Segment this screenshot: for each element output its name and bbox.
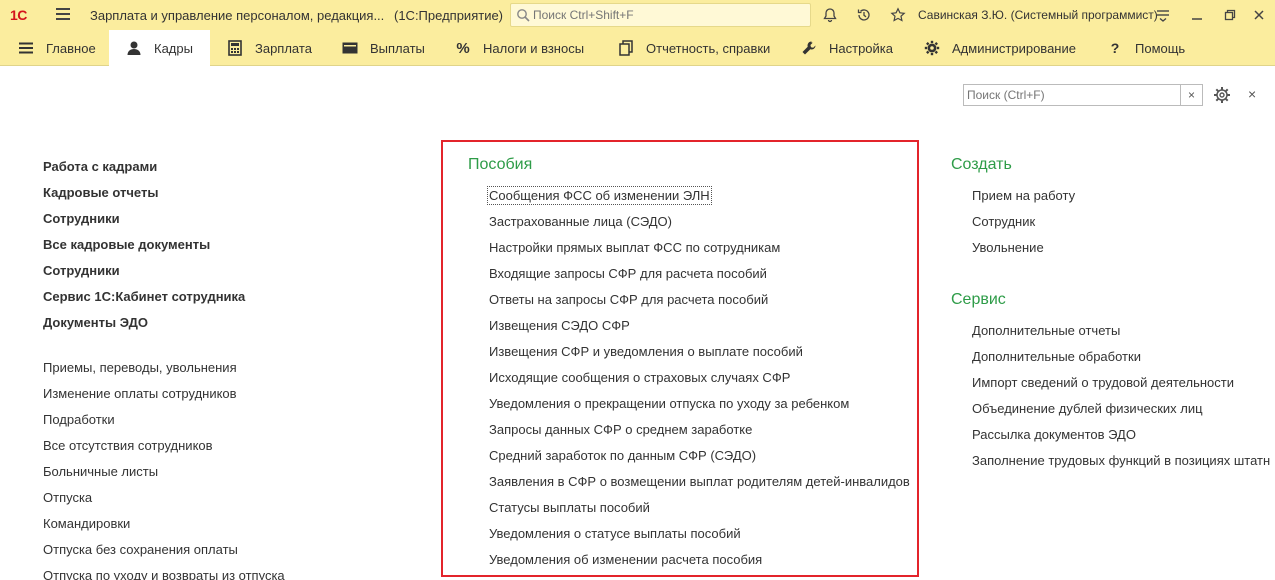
section-label: Выплаты [370, 40, 425, 56]
section-main[interactable]: Главное [18, 30, 106, 66]
section-salary[interactable]: Зарплата [227, 30, 312, 66]
benefits-link[interactable]: Настройки прямых выплат ФСС по сотрудник… [489, 239, 918, 265]
link-all-hr-documents[interactable]: Все кадровые документы [43, 236, 423, 262]
panel-search-field[interactable] [963, 84, 1181, 106]
section-help[interactable]: ? Помощь [1107, 30, 1186, 66]
person-icon [126, 40, 142, 56]
link-hires-transfers[interactable]: Приемы, переводы, увольнения [43, 359, 423, 385]
section-admin[interactable]: Администрирование [924, 30, 1076, 66]
app-title: Зарплата и управление персоналом, редакц… [90, 8, 385, 23]
benefits-link[interactable]: Уведомления об изменении расчета пособия [489, 551, 918, 577]
link-unpaid-vacations[interactable]: Отпуска без сохранения оплаты [43, 541, 423, 567]
create-hire-link[interactable]: Прием на работу [972, 187, 1275, 213]
documents-icon [618, 40, 634, 56]
1c-logo[interactable]: 1С [10, 7, 27, 23]
group-title-create: Создать [951, 156, 1012, 173]
benefits-link[interactable]: Средний заработок по данным СФР (СЭДО) [489, 447, 918, 473]
link-pay-changes[interactable]: Изменение оплаты сотрудников [43, 385, 423, 411]
benefits-link[interactable]: Сообщения ФСС об изменении ЭЛН [487, 186, 918, 213]
main-menu-icon[interactable] [56, 8, 70, 20]
restore-icon[interactable] [1221, 6, 1239, 24]
link-vacations[interactable]: Отпуска [43, 489, 423, 515]
link-business-trips[interactable]: Командировки [43, 515, 423, 541]
link-employees-2[interactable]: Сотрудники [43, 262, 423, 288]
history-icon[interactable] [855, 6, 873, 24]
search-icon [517, 9, 530, 22]
benefits-link[interactable]: Ответы на запросы СФР для расчета пособи… [489, 291, 918, 317]
bell-icon[interactable] [821, 6, 839, 24]
wrench-icon [801, 40, 817, 56]
wallet-icon [342, 40, 358, 56]
panel-search-input[interactable] [964, 85, 1178, 105]
section-taxes[interactable]: % Налоги и взносы [455, 30, 584, 66]
global-search-input[interactable] [533, 6, 808, 24]
service-link[interactable]: Импорт сведений о трудовой деятельности [972, 374, 1275, 400]
section-payments[interactable]: Выплаты [342, 30, 425, 66]
create-dismissal-link[interactable]: Увольнение [972, 239, 1275, 265]
service-link[interactable]: Объединение дублей физических лиц [972, 400, 1275, 426]
section-reports[interactable]: Отчетность, справки [618, 30, 770, 66]
benefits-link[interactable]: Входящие запросы СФР для расчета пособий [489, 265, 918, 291]
link-hr-reports[interactable]: Кадровые отчеты [43, 184, 423, 210]
percent-icon: % [456, 39, 470, 57]
section-label: Настройка [829, 40, 893, 56]
hamburger-icon [18, 40, 34, 56]
settings-menu-icon[interactable] [1154, 6, 1172, 24]
clear-search-button[interactable]: × [1181, 84, 1203, 106]
create-employee-link[interactable]: Сотрудник [972, 213, 1275, 239]
star-icon[interactable] [889, 6, 907, 24]
current-user[interactable]: Савинская З.Ю. (Системный программист) [918, 8, 1158, 22]
benefits-link[interactable]: Извещения СЭДО СФР [489, 317, 918, 343]
question-icon: ? [1110, 40, 1120, 56]
link-side-jobs[interactable]: Подработки [43, 411, 423, 437]
section-hr[interactable]: Кадры [109, 30, 210, 66]
service-link[interactable]: Дополнительные отчеты [972, 322, 1275, 348]
title-bar: 1С Зарплата и управление персоналом, ред… [0, 0, 1275, 30]
calculator-icon [227, 40, 243, 56]
close-icon[interactable] [1250, 6, 1268, 24]
benefits-link-label: Сообщения ФСС об изменении ЭЛН [487, 186, 712, 205]
benefits-link[interactable]: Заявления в СФР о возмещении выплат роди… [489, 473, 918, 499]
service-link[interactable]: Рассылка документов ЭДО [972, 426, 1275, 452]
link-childcare-leaves[interactable]: Отпуска по уходу и возвраты из отпуска [43, 567, 423, 580]
link-sick-leaves[interactable]: Больничные листы [43, 463, 423, 489]
link-edo-documents[interactable]: Документы ЭДО [43, 314, 423, 340]
hr-links-column: Работа с кадрами Кадровые отчеты Сотрудн… [43, 158, 423, 580]
section-settings[interactable]: Настройка [801, 30, 893, 66]
create-service-column: Создать Прием на работу Сотрудник Увольн… [951, 156, 1275, 478]
minimize-icon[interactable] [1188, 6, 1206, 24]
section-label: Администрирование [952, 40, 1076, 56]
section-label: Главное [46, 40, 96, 56]
link-employees[interactable]: Сотрудники [43, 210, 423, 236]
global-search-field[interactable] [510, 3, 811, 27]
section-bar: Главное Кадры Зарплата Выплаты % Налоги … [0, 30, 1275, 66]
benefits-group: Пособия Сообщения ФСС об изменении ЭЛН З… [468, 156, 918, 577]
gear-icon [924, 40, 940, 56]
section-label: Помощь [1135, 40, 1186, 56]
app-mode: (1С:Предприятие) [394, 8, 504, 23]
section-label: Кадры [154, 40, 193, 56]
panel-close-button[interactable]: × [1248, 86, 1256, 102]
benefits-link[interactable]: Уведомления о прекращении отпуска по ухо… [489, 395, 918, 421]
section-label: Отчетность, справки [646, 40, 771, 56]
group-title-benefits: Пособия [468, 156, 533, 173]
benefits-link[interactable]: Уведомления о статусе выплаты пособий [489, 525, 918, 551]
benefits-link[interactable]: Запросы данных СФР о среднем заработке [489, 421, 918, 447]
benefits-link[interactable]: Исходящие сообщения о страховых случаях … [489, 369, 918, 395]
service-link[interactable]: Заполнение трудовых функций в позициях ш… [972, 452, 1275, 478]
benefits-link[interactable]: Извещения СФР и уведомления о выплате по… [489, 343, 918, 369]
section-label: Налоги и взносы [483, 40, 585, 56]
gear-icon[interactable] [1213, 86, 1231, 104]
benefits-link[interactable]: Статусы выплаты пособий [489, 499, 918, 525]
link-work-with-hr[interactable]: Работа с кадрами [43, 158, 423, 184]
service-link[interactable]: Дополнительные обработки [972, 348, 1275, 374]
group-title-service: Сервис [951, 291, 1006, 308]
section-label: Зарплата [255, 40, 312, 56]
link-employee-cabinet-service[interactable]: Сервис 1С:Кабинет сотрудника [43, 288, 423, 314]
benefits-link[interactable]: Застрахованные лица (СЭДО) [489, 213, 918, 239]
link-all-absences[interactable]: Все отсутствия сотрудников [43, 437, 423, 463]
